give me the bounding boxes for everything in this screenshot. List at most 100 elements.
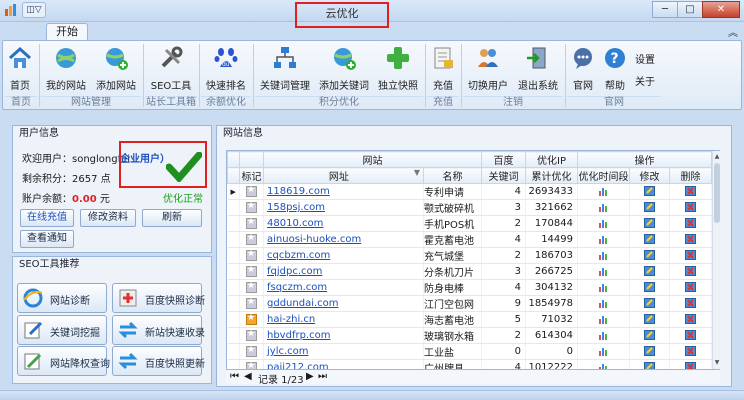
row-edit[interactable] [629, 247, 670, 264]
last-record-icon[interactable]: ⏭ [318, 371, 327, 382]
row-period[interactable] [577, 279, 630, 296]
table-row[interactable]: fsqczm.com防身电棒4304132 [227, 279, 719, 296]
row-mark[interactable] [239, 311, 264, 328]
bar-chart-icon[interactable] [598, 202, 609, 212]
row-edit[interactable] [629, 215, 670, 232]
delete-icon[interactable] [685, 234, 696, 244]
row-delete[interactable] [669, 183, 712, 200]
col-total[interactable]: 累计优化 [525, 167, 578, 184]
row-mark[interactable] [239, 327, 264, 344]
row-period[interactable] [577, 327, 630, 344]
table-row[interactable]: hbvdfrp.com玻璃钢水箱2614304 [227, 327, 719, 344]
snapshot-update-button[interactable]: 百度快照更新 [112, 346, 205, 376]
star-icon[interactable] [246, 185, 257, 197]
table-row[interactable]: paii212.com广州牌具41012222 [227, 359, 719, 370]
my-sites-button[interactable]: 我的网站 [43, 43, 89, 95]
add-site-button[interactable]: 添加网站 [93, 43, 139, 95]
edit-icon[interactable] [644, 362, 655, 370]
help-button[interactable]: ? 帮助 [601, 43, 629, 95]
row-mark[interactable] [239, 263, 264, 280]
star-icon[interactable] [246, 313, 257, 325]
row-url[interactable]: fsqczm.com [263, 279, 424, 296]
edit-icon[interactable] [644, 218, 655, 228]
row-edit[interactable] [629, 279, 670, 296]
home-button[interactable]: 首页 [5, 43, 35, 95]
row-edit[interactable] [629, 359, 670, 370]
minimize-button[interactable]: ─ [652, 1, 678, 18]
site-diagnosis-button[interactable]: 网站诊断 [17, 283, 107, 313]
row-edit[interactable] [629, 311, 670, 328]
refresh-button[interactable]: 刷新 [142, 209, 202, 227]
bar-chart-icon[interactable] [598, 330, 609, 340]
row-url[interactable]: ainuosi-huoke.com [263, 231, 424, 248]
row-url[interactable]: 158psj.com [263, 199, 424, 216]
add-keyword-button[interactable]: 添加关键词 [316, 43, 372, 95]
star-icon[interactable] [246, 329, 257, 341]
seo-tools-button[interactable]: SEO工具 [147, 43, 195, 95]
table-row[interactable]: ▶ 118619.com专利申请42693433 [227, 183, 719, 200]
row-delete[interactable] [669, 263, 712, 280]
prev-record-icon[interactable]: ◀ [244, 371, 252, 382]
delete-icon[interactable] [685, 346, 696, 356]
table-row[interactable]: cqcbzm.com充气城堡2186703 [227, 247, 719, 264]
row-delete[interactable] [669, 295, 712, 312]
row-period[interactable] [577, 263, 630, 280]
row-url[interactable]: cqcbzm.com [263, 247, 424, 264]
maximize-button[interactable]: □ [677, 1, 703, 18]
table-row[interactable]: ainuosi-huoke.com霍克蓄电池414499 [227, 231, 719, 248]
row-delete[interactable] [669, 311, 712, 328]
fast-index-button[interactable]: 新站快速收录 [112, 315, 205, 345]
star-icon[interactable] [246, 233, 257, 245]
exit-system-button[interactable]: 退出系统 [515, 43, 561, 95]
edit-profile-button[interactable]: 修改资料 [80, 209, 136, 227]
star-icon[interactable] [246, 265, 257, 277]
bar-chart-icon[interactable] [598, 266, 609, 276]
row-period[interactable] [577, 343, 630, 360]
table-row[interactable]: fqjdpc.com分条机刀片3266725 [227, 263, 719, 280]
row-edit[interactable] [629, 183, 670, 200]
row-delete[interactable] [669, 247, 712, 264]
delete-icon[interactable] [685, 330, 696, 340]
delete-icon[interactable] [685, 282, 696, 292]
bar-chart-icon[interactable] [598, 346, 609, 356]
delete-icon[interactable] [685, 266, 696, 276]
bar-chart-icon[interactable] [598, 282, 609, 292]
scroll-thumb[interactable] [714, 163, 720, 223]
row-mark[interactable] [239, 359, 264, 369]
bar-chart-icon[interactable] [598, 218, 609, 228]
edit-icon[interactable] [644, 202, 655, 212]
row-url[interactable]: paii212.com [263, 359, 424, 369]
about-button[interactable]: 关于 [635, 73, 655, 88]
delete-icon[interactable] [685, 362, 696, 370]
snapshot-diagnosis-button[interactable]: 百度快照诊断 [112, 283, 205, 313]
table-row[interactable]: gddundai.com江门空包网91854978 [227, 295, 719, 312]
first-record-icon[interactable]: ⏮ [230, 371, 239, 382]
bar-chart-icon[interactable] [598, 234, 609, 244]
star-icon[interactable] [246, 281, 257, 293]
row-delete[interactable] [669, 327, 712, 344]
official-site-button[interactable]: 官网 [569, 43, 597, 95]
col-mark[interactable]: 标记 [239, 167, 264, 184]
settings-button[interactable]: 设置 [635, 51, 655, 66]
table-row[interactable]: jylc.com工业盐00 [227, 343, 719, 360]
keyword-mining-button[interactable]: 关键词挖掘 [17, 315, 107, 345]
row-url[interactable]: fqjdpc.com [263, 263, 424, 280]
row-edit[interactable] [629, 327, 670, 344]
edit-icon[interactable] [644, 314, 655, 324]
row-period[interactable] [577, 311, 630, 328]
view-notice-button[interactable]: 查看通知 [20, 230, 74, 248]
col-url[interactable]: 网址 ▼ [263, 167, 424, 184]
close-button[interactable]: ✕ [702, 1, 740, 18]
edit-icon[interactable] [644, 186, 655, 196]
row-url[interactable]: gddundai.com [263, 295, 424, 312]
ribbon-collapse-icon[interactable]: ︽ [728, 24, 738, 39]
bar-chart-icon[interactable] [598, 314, 609, 324]
row-delete[interactable] [669, 199, 712, 216]
delete-icon[interactable] [685, 186, 696, 196]
quick-rank-button[interactable]: du 快速排名 [203, 43, 249, 95]
quick-access-toolbar[interactable]: ◫▽ [22, 2, 46, 18]
row-url[interactable]: 48010.com [263, 215, 424, 232]
edit-icon[interactable] [644, 250, 655, 260]
col-keywords[interactable]: 关键词 [481, 167, 526, 184]
row-edit[interactable] [629, 263, 670, 280]
